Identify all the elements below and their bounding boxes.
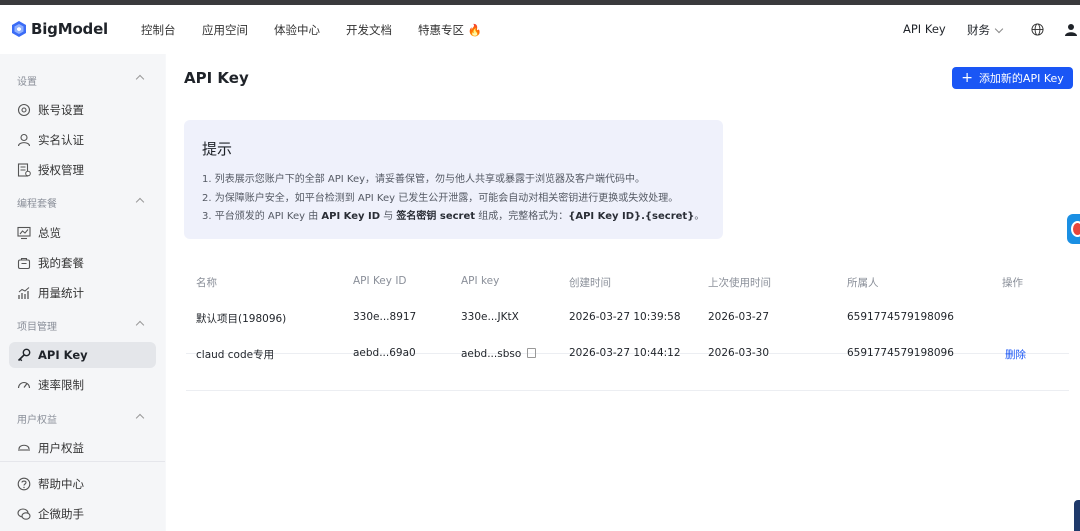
- column-header: API key: [461, 275, 500, 287]
- sidebar-divider: [0, 461, 165, 462]
- cell-key-id: aebd...69a0: [353, 347, 416, 359]
- cell-owner: 6591774579198096: [847, 311, 954, 323]
- monitor-chart-icon: [17, 226, 31, 240]
- add-api-key-label: 添加新的API Key: [978, 72, 1064, 85]
- section-plans: 编程套餐: [17, 199, 57, 210]
- floating-widget[interactable]: [1067, 214, 1080, 244]
- delete-link[interactable]: 删除: [1005, 347, 1026, 362]
- chat-icon: [17, 507, 31, 521]
- sidebar-item-auth[interactable]: 授权管理: [9, 157, 156, 183]
- chevron-down-icon: [994, 24, 1004, 34]
- sidebar-item-realname[interactable]: 实名认证: [9, 127, 156, 153]
- sidebar-item-apikey[interactable]: API Key: [9, 342, 156, 368]
- nav-experience[interactable]: 体验中心: [274, 22, 320, 38]
- sidebar-item-help[interactable]: 帮助中心: [9, 471, 156, 497]
- nav-deals[interactable]: 特惠专区 🔥: [418, 22, 482, 38]
- column-header: 所属人: [847, 277, 879, 289]
- sidebar-item-label: 帮助中心: [38, 477, 84, 491]
- row-divider: [186, 390, 1069, 391]
- nav-api-key[interactable]: API Key: [903, 22, 946, 36]
- nav-console[interactable]: 控制台: [141, 22, 176, 38]
- person-icon: [17, 133, 31, 147]
- nav-docs[interactable]: 开发文档: [346, 22, 392, 38]
- sidebar-item-usage[interactable]: 用量统计: [9, 280, 156, 306]
- page-title: API Key: [184, 69, 249, 87]
- tip-line-2: 2. 为保障账户安全，如平台检测到 API Key 已发生公开泄露，可能会自动对…: [202, 193, 679, 204]
- sidebar-item-label: 我的套餐: [38, 256, 84, 270]
- floating-corner-widget[interactable]: [1074, 500, 1080, 531]
- chevron-up-icon[interactable]: [135, 74, 145, 84]
- cell-last-used: 2026-03-27: [708, 311, 770, 323]
- sidebar-item-label: 授权管理: [38, 163, 84, 177]
- speed-icon: [17, 378, 31, 392]
- cell-name: claud code专用: [196, 349, 275, 361]
- help-icon: [17, 477, 31, 491]
- section-benefits: 用户权益: [17, 415, 57, 426]
- top-nav: BigModel 控制台 应用空间 体验中心 开发文档 特惠专区 🔥 API K…: [0, 5, 1080, 54]
- cell-created: 2026-03-27 10:39:58: [569, 311, 681, 323]
- sidebar-item-label: 用户权益: [38, 441, 84, 455]
- sidebar-item-ratelimit[interactable]: 速率限制: [9, 372, 156, 398]
- sidebar-item-wecom[interactable]: 企微助手: [9, 501, 156, 527]
- cell-key: 330e...JKtX: [461, 311, 519, 323]
- cell-key-id: 330e...8917: [353, 311, 417, 323]
- nav-finance[interactable]: 财务: [967, 22, 1004, 38]
- column-header: 创建时间: [569, 277, 611, 289]
- key-icon: [17, 348, 31, 362]
- brand-name: BigModel: [31, 20, 108, 38]
- sidebar: 设置 账号设置 实名认证 授权管理 编程套餐 总览 我的套餐 用量统计 项目管理…: [0, 54, 165, 531]
- gear-icon: [17, 103, 31, 117]
- cell-created: 2026-03-27 10:44:12: [569, 347, 681, 359]
- cell-last-used: 2026-03-30: [708, 347, 770, 359]
- section-project: 项目管理: [17, 322, 57, 333]
- brand-logo[interactable]: BigModel: [12, 20, 108, 38]
- sidebar-item-overview[interactable]: 总览: [9, 220, 156, 246]
- cell-name: 默认项目(198096): [196, 313, 287, 325]
- tip-title: 提示: [202, 140, 233, 158]
- sidebar-item-label: API Key: [38, 348, 88, 362]
- main-content: API Key + 添加新的API Key 提示 1. 列表展示您账户下的全部 …: [166, 54, 1080, 531]
- section-settings: 设置: [17, 77, 37, 88]
- sidebar-item-label: 实名认证: [38, 133, 84, 147]
- user-icon[interactable]: [1065, 23, 1077, 36]
- chevron-up-icon[interactable]: [135, 413, 145, 423]
- sidebar-item-account[interactable]: 账号设置: [9, 97, 156, 123]
- tip-box: 提示 1. 列表展示您账户下的全部 API Key，请妥善保管，勿与他人共享或暴…: [184, 120, 723, 239]
- add-api-key-button[interactable]: + 添加新的API Key: [952, 67, 1073, 89]
- tip-line-3: 3. 平台颁发的 API Key 由 API Key ID 与 签名密钥 sec…: [202, 211, 705, 222]
- nav-app-space[interactable]: 应用空间: [202, 22, 248, 38]
- chevron-up-icon[interactable]: [135, 320, 145, 330]
- chevron-up-icon[interactable]: [135, 197, 145, 207]
- cell-key: aebd...sbso: [461, 347, 537, 360]
- sidebar-item-userbenefit[interactable]: 用户权益: [9, 435, 156, 461]
- column-header: 上次使用时间: [708, 277, 771, 289]
- tip-line-1: 1. 列表展示您账户下的全部 API Key，请妥善保管，勿与他人共享或暴露于浏…: [202, 174, 646, 185]
- bar-chart-icon: [17, 286, 31, 300]
- copy-icon[interactable]: [527, 348, 537, 358]
- sidebar-item-label: 用量统计: [38, 286, 84, 300]
- column-header: 名称: [196, 277, 217, 289]
- column-header: API Key ID: [353, 275, 407, 287]
- nav-finance-label: 财务: [967, 23, 990, 37]
- plus-icon: +: [961, 70, 973, 86]
- bag-icon: [17, 256, 31, 270]
- sidebar-item-label: 总览: [38, 226, 61, 240]
- globe-icon[interactable]: [1031, 23, 1044, 36]
- sidebar-item-label: 企微助手: [38, 507, 84, 521]
- bigmodel-logo-icon: [12, 21, 26, 37]
- document-check-icon: [17, 163, 31, 177]
- column-header: 操作: [1002, 277, 1023, 289]
- widget-icon: [1071, 221, 1080, 237]
- benefit-icon: [17, 441, 31, 455]
- sidebar-item-label: 速率限制: [38, 378, 84, 392]
- sidebar-item-myplan[interactable]: 我的套餐: [9, 250, 156, 276]
- sidebar-item-label: 账号设置: [38, 103, 84, 117]
- cell-owner: 6591774579198096: [847, 347, 954, 359]
